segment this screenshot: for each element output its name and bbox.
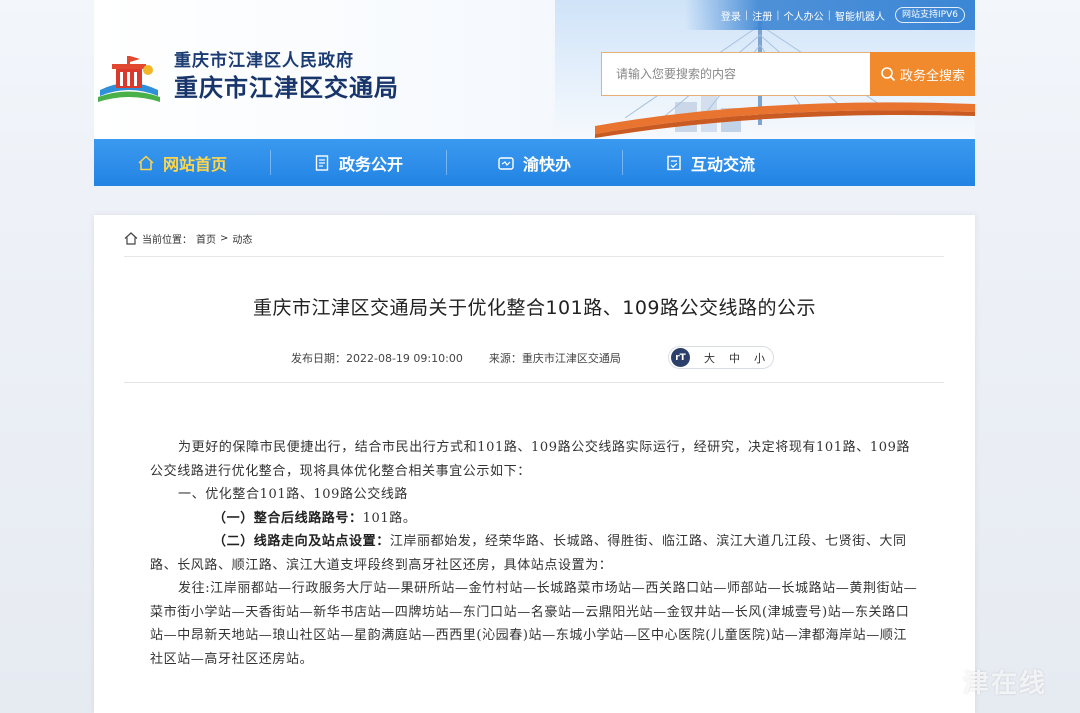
nav-item-label: 网站首页 [162,154,227,174]
ipv6-badge: 网站支持IPV6 [895,7,965,23]
government-emblem-logo [98,56,160,102]
article-paragraph: 为更好的保障市民便捷出行，结合市民出行方式和101路、109路公交线路实际运行，… [150,440,911,479]
service-icon [498,156,514,170]
font-size-icon: rT [671,348,690,367]
article-title: 重庆市江津区交通局关于优化整合101路、109路公交线路的公示 [252,297,817,319]
article-item: （一）整合后线路路号：101路。 [150,507,920,531]
article-body: 为更好的保障市民便捷出行，结合市民出行方式和101路、109路公交线路实际运行，… [150,436,920,671]
breadcrumb: 当前位置： 首页 > 动态 [124,231,252,246]
search-button[interactable]: 政务全搜索 [870,52,975,96]
divider: | [776,9,780,21]
publish-date-label: 发布日期： [291,352,346,365]
home-icon [138,154,154,170]
divider: | [827,9,832,21]
login-link[interactable]: 登录 [721,8,741,23]
font-size-medium[interactable]: 中 [729,350,740,366]
item-label: （二）线路走向及站点设置： [213,534,390,549]
search-button-label: 政务全搜索 [899,68,965,84]
government-name: 重庆市江津区人民政府 [174,51,354,71]
nav-item-label: 互动交流 [690,154,755,174]
nav-item-home[interactable]: 网站首页 [94,139,270,186]
font-size-small[interactable]: 小 [754,350,765,366]
source-value: 重庆市江津区交通局 [521,352,621,365]
top-utility-bar: 登录 | 注册 | 个人办公 | 智能机器人 网站支持IPV6 [685,0,975,30]
register-link[interactable]: 注册 [752,8,772,23]
article-meta: 发布日期：2022-08-19 09:10:00 来源：重庆市江津区交通局 [291,347,621,369]
publish-date-value: 2022-08-19 09:10:00 [346,352,463,365]
breadcrumb-home-link[interactable]: 首页 [196,231,216,246]
stops-paragraph: 发往:江岸丽都站—行政服务大厅站—果研所站—金竹村站—长城路菜市场站—西关路口站… [150,581,918,667]
font-size-switcher: rT 大 中 小 [668,346,774,369]
watermark: 津在线 [963,669,1048,699]
nav-item-interaction[interactable]: 互动交流 [622,139,798,186]
section-heading: 一、优化整合101路、109路公交线路 [178,487,409,502]
search-input[interactable]: 请输入您要搜索的内容 [601,52,871,96]
publish-date: 发布日期：2022-08-19 09:10:00 [291,350,463,366]
item-text: 101路。 [362,510,417,526]
breadcrumb-separator: > [220,233,229,244]
interaction-icon [667,155,681,170]
breadcrumb-current-link[interactable]: 动态 [232,231,252,246]
article-item: （二）线路走向及站点设置：江岸丽都始发，经荣华路、长城路、得胜街、临江路、滨江大… [150,530,920,577]
main-navigation: 网站首页 政务公开 渝快办 互动交流 [94,139,975,186]
site-header: 登录 | 注册 | 个人办公 | 智能机器人 网站支持IPV6 重庆市江津区人民… [94,0,975,140]
breadcrumb-prefix: 当前位置： [142,235,192,246]
home-icon [124,232,138,245]
divider [124,256,944,257]
item-label: （一）整合后线路路号： [213,510,363,526]
document-icon [315,154,329,171]
department-name: 重庆市江津区交通局 [174,74,399,102]
nav-item-label: 渝快办 [522,154,571,174]
article-container: 当前位置： 首页 > 动态 重庆市江津区交通局关于优化整合101路、109路公交… [94,215,975,713]
source-label: 来源： [488,352,522,365]
divider [124,382,944,383]
personal-office-link[interactable]: 个人办公 [784,8,824,23]
font-size-large[interactable]: 大 [704,350,715,366]
divider: | [744,9,749,21]
nav-item-yukuaiban[interactable]: 渝快办 [446,139,622,186]
nav-item-government-affairs[interactable]: 政务公开 [270,139,446,186]
site-names: 重庆市江津区人民政府 重庆市江津区交通局 [174,50,399,104]
article-source: 来源：重庆市江津区交通局 [489,350,621,366]
search-icon [881,67,896,82]
robot-link[interactable]: 智能机器人 [835,8,885,23]
nav-item-label: 政务公开 [338,154,403,174]
